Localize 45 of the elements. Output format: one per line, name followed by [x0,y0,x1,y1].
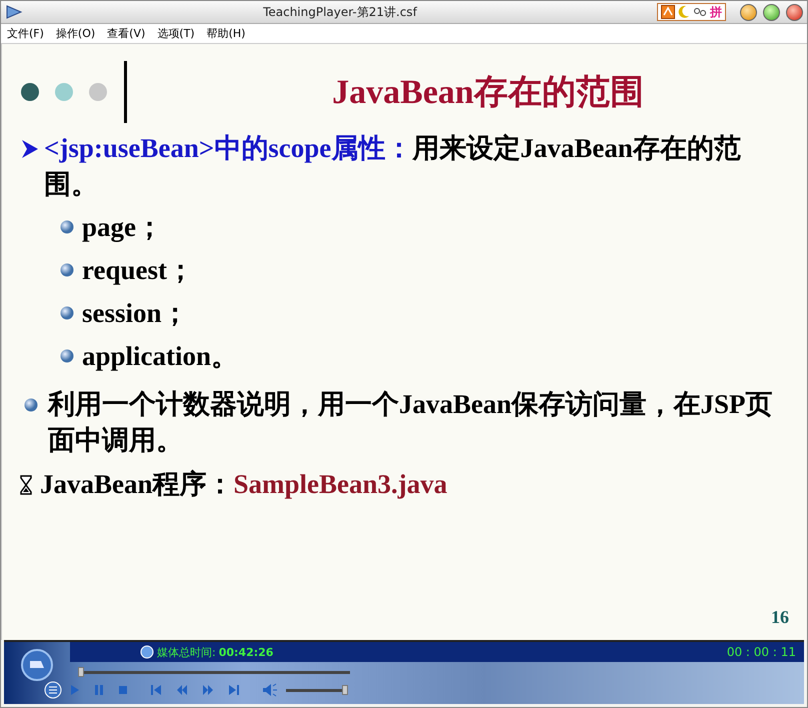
bullet-text: page； [82,211,163,244]
fast-forward-icon[interactable] [202,684,214,696]
window-title: TeachingPlayer-第21讲.csf [262,4,418,20]
maximize-button[interactable] [763,4,780,20]
bullet-text: application。 [82,340,238,373]
volume-slider[interactable] [286,685,348,695]
bullet-icon [60,220,74,234]
bullet-icon [60,349,74,363]
bullet-text: JavaBean程序：SampleBean3.java [40,468,448,501]
menu-item[interactable]: 帮助(H) [206,26,246,41]
ime-label[interactable]: 拼 [710,5,722,19]
pause-icon[interactable] [94,684,104,696]
app-icon [5,4,23,20]
skip-forward-icon[interactable] [228,684,240,696]
volume-handle[interactable] [342,685,348,695]
seek-bar[interactable] [78,667,350,677]
bullet-text: 利用一个计数器说明，用一个JavaBean保存访问量，在JSP页面中调用。 [48,388,774,457]
slide-title: JavaBean存在的范围 [331,73,645,113]
bullet-icon [60,306,74,320]
menu-item[interactable]: 选项(T) [157,26,195,41]
bullet-text: session； [82,297,189,330]
disc-icon [140,645,154,659]
menu-item[interactable]: 查看(V) [107,26,146,41]
speaker-icon[interactable] [262,683,278,697]
skip-back-icon[interactable] [150,684,162,696]
playlist-icon[interactable] [44,681,62,699]
total-time: 00:42:26 [218,646,274,658]
play-icon[interactable] [70,684,80,696]
current-time: 00 : 00 : 11 [726,645,797,659]
bullet-text: <jsp:useBean>中的scope属性：用来设定JavaBean存在的范围。 [44,132,742,201]
menu-item[interactable]: 文件(F) [7,26,44,41]
seek-handle[interactable] [78,667,84,677]
hourglass-icon [20,475,32,495]
bullet-icon [60,263,74,277]
rewind-icon[interactable] [176,684,188,696]
menu-item[interactable]: 操作(O) [56,26,96,41]
bullet-text: request； [82,254,194,287]
close-button[interactable] [786,4,803,20]
stop-icon[interactable] [118,684,128,696]
input-method-icon[interactable] [661,5,675,19]
bullet-icon [24,398,38,412]
page-number: 16 [771,607,789,628]
total-time-label: 媒体总时间: [157,644,216,660]
arrow-bullet-icon [20,138,40,160]
minimize-button[interactable] [740,4,757,20]
